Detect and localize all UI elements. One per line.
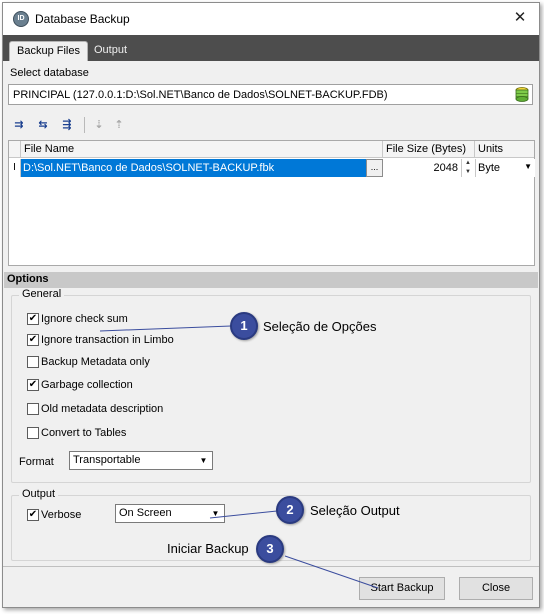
- chevron-down-icon[interactable]: ▼: [524, 162, 532, 171]
- chevron-down-icon[interactable]: ▼: [197, 454, 210, 467]
- browse-file-button[interactable]: ...: [366, 159, 383, 177]
- checkbox-label: Convert to Tables: [41, 427, 127, 439]
- output-mode-select[interactable]: On Screen ▼: [115, 504, 225, 523]
- toolbar-divider: [84, 117, 85, 133]
- checkbox-box[interactable]: ✔: [27, 379, 39, 391]
- checkbox-label: Garbage collection: [41, 379, 133, 391]
- append-file-icon[interactable]: ⇶: [58, 116, 76, 134]
- spin-down-icon[interactable]: ▼: [462, 168, 474, 177]
- tab-output[interactable]: Output: [87, 41, 134, 61]
- file-toolbar: ⇉ ⇆ ⇶ ⇣ ⇡: [8, 114, 533, 136]
- callout-text-1: Seleção de Opções: [263, 319, 377, 334]
- insert-file-icon[interactable]: ⇆: [34, 116, 52, 134]
- output-mode-value: On Screen: [119, 507, 172, 519]
- database-icon[interactable]: [514, 86, 531, 103]
- database-backup-window: ID Database Backup ✕ Backup Files Output…: [2, 2, 540, 608]
- checkbox-box[interactable]: ✔: [27, 509, 39, 521]
- format-label: Format: [19, 456, 54, 468]
- backup-files-grid: File Name File Size (Bytes) Units I D:\S…: [8, 140, 535, 266]
- button-bar: Start Backup Close: [3, 566, 539, 607]
- tab-backup-files[interactable]: Backup Files: [9, 41, 88, 61]
- units-select[interactable]: Byte ▼: [475, 159, 535, 177]
- close-icon[interactable]: ✕: [511, 10, 529, 26]
- callout-text-2: Seleção Output: [310, 503, 400, 518]
- callout-badge-1: 1: [230, 312, 258, 340]
- window-title: Database Backup: [35, 12, 130, 26]
- checkbox-label: Old metadata description: [41, 403, 164, 415]
- checkbox-box[interactable]: [27, 427, 39, 439]
- column-file-size[interactable]: File Size (Bytes): [383, 141, 475, 158]
- chevron-down-icon[interactable]: ▼: [209, 507, 222, 520]
- callout-badge-3: 3: [256, 535, 284, 563]
- title-bar: ID Database Backup ✕: [3, 3, 539, 35]
- spin-up-icon[interactable]: ▲: [462, 159, 474, 168]
- close-button[interactable]: Close: [459, 577, 533, 600]
- callout-text-3: Iniciar Backup: [167, 541, 249, 556]
- checkbox-label: Backup Metadata only: [41, 356, 150, 368]
- checkbox-label: Ignore check sum: [41, 313, 128, 325]
- tab-strip: Backup Files Output: [3, 35, 539, 61]
- output-group-title: Output: [19, 488, 59, 500]
- start-backup-button[interactable]: Start Backup: [359, 577, 445, 600]
- file-size-spinner[interactable]: ▲ ▼: [461, 159, 474, 177]
- move-down-icon[interactable]: ⇣: [90, 116, 108, 134]
- checkbox-box[interactable]: [27, 356, 39, 368]
- grid-header-indicator: [9, 141, 21, 158]
- options-header: Options: [4, 272, 538, 288]
- checkbox-box[interactable]: ✔: [27, 334, 39, 346]
- row-indicator: I: [9, 159, 21, 177]
- database-select-field[interactable]: PRINCIPAL (127.0.0.1:D:\Sol.NET\Banco de…: [8, 84, 533, 105]
- firebird-db-icon: ID: [13, 11, 29, 27]
- format-select[interactable]: Transportable ▼: [69, 451, 213, 470]
- column-units[interactable]: Units: [475, 141, 534, 158]
- grid-header: File Name File Size (Bytes) Units: [9, 141, 534, 158]
- callout-badge-2: 2: [276, 496, 304, 524]
- table-row[interactable]: I D:\Sol.NET\Banco de Dados\SOLNET-BACKU…: [9, 159, 535, 177]
- select-database-label: Select database: [10, 67, 89, 79]
- file-name-cell[interactable]: D:\Sol.NET\Banco de Dados\SOLNET-BACKUP.…: [21, 159, 366, 177]
- move-up-icon[interactable]: ⇡: [110, 116, 128, 134]
- checkbox-box[interactable]: ✔: [27, 313, 39, 325]
- checkbox-label: Verbose: [41, 509, 82, 521]
- column-file-name[interactable]: File Name: [21, 141, 383, 158]
- format-value: Transportable: [73, 454, 141, 466]
- checkbox-label: Ignore transaction in Limbo: [41, 334, 174, 346]
- add-file-icon[interactable]: ⇉: [10, 116, 28, 134]
- checkbox-box[interactable]: [27, 403, 39, 415]
- units-value: Byte: [478, 162, 501, 174]
- general-group-title: General: [19, 288, 65, 300]
